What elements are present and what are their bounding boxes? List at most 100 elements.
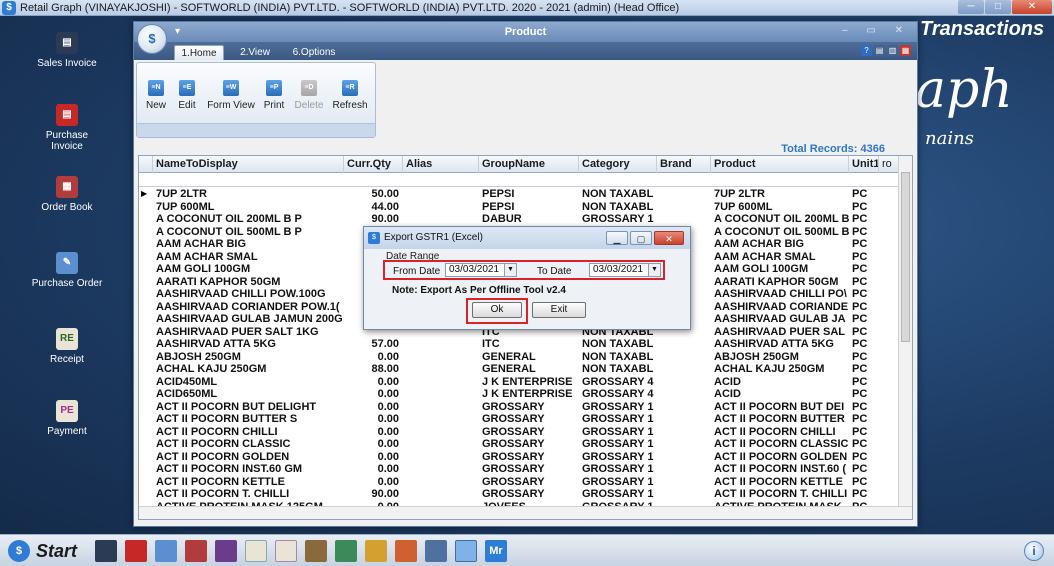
cell-unit1[interactable]: PC [849,313,879,326]
cell-product[interactable]: AAM GOLI 100GM [711,263,849,276]
col-header-product[interactable]: Product [711,156,849,173]
from-date-picker[interactable]: 03/03/2021 ▼ [445,263,517,277]
cell-alias[interactable] [403,213,479,226]
cell-name[interactable]: AAM ACHAR BIG [153,238,344,251]
tab-options[interactable]: 6.Options [286,45,342,60]
cell-group[interactable]: DABUR [479,213,579,226]
cell-name[interactable]: A COCONUT OIL 500ML B P [153,226,344,239]
cell-name[interactable]: ACT II POCORN CLASSIC [153,438,344,451]
taskbar-printer-icon[interactable] [425,540,447,562]
cell-product[interactable]: ACT II POCORN KETTLE [711,476,849,489]
cell-product[interactable]: A COCONUT OIL 500ML B [711,226,849,239]
cell-brand[interactable] [657,388,711,401]
cell-alias[interactable] [403,388,479,401]
cell-name[interactable]: ACT II POCORN BUTTER S [153,413,344,426]
cell-qty[interactable]: 0.00 [344,376,403,389]
col-header-brand[interactable]: Brand [657,156,711,173]
cell-product[interactable]: AASHIRVAAD GULAB JA [711,313,849,326]
dialog-minimize-icon[interactable]: ▁ [606,231,628,245]
cell-brand[interactable] [657,426,711,439]
cell-product[interactable]: ACHAL KAJU 250GM [711,363,849,376]
cell-unit1[interactable]: PC [849,201,879,214]
cell-product[interactable]: ACT II POCORN BUT DEI [711,401,849,414]
cell-product[interactable]: ACT II POCORN BUTTER [711,413,849,426]
taskbar-sales-invoice-icon[interactable] [95,540,117,562]
desktop-icon-sales-invoice[interactable]: ▤ Sales Invoice [30,32,104,69]
taskbar-product-icon[interactable] [455,540,477,562]
cell-unit1[interactable]: PC [849,288,879,301]
cell-alias[interactable] [403,476,479,489]
cell-group[interactable]: GROSSARY [479,463,579,476]
cell-name[interactable]: ACT II POCORN BUT DELIGHT [153,401,344,414]
cell-product[interactable]: ACID [711,376,849,389]
cell-qty[interactable]: 0.00 [344,463,403,476]
application-orb-button[interactable]: $ [137,24,167,54]
cell-qty[interactable]: 90.00 [344,488,403,501]
delete-button[interactable]: ≡D Delete [293,80,325,111]
cell-unit1[interactable]: PC [849,238,879,251]
table-row[interactable]: ACT II POCORN INST.60 GM 0.00 GROSSARY GROS… [139,463,899,476]
close-icon[interactable]: ✕ [1012,0,1052,14]
minimize-icon[interactable]: ─ [958,0,984,14]
cell-qty[interactable]: 0.00 [344,413,403,426]
cell-group[interactable]: GROSSARY [479,426,579,439]
cell-unit1[interactable]: PC [849,326,879,339]
table-row[interactable]: ACID450ML 0.00 J K ENTERPRISE GROSSARY 4 ACI… [139,376,899,389]
cell-category[interactable]: GROSSARY 4 [579,388,657,401]
cell-category[interactable]: GROSSARY 4 [579,376,657,389]
ok-button[interactable]: Ok [472,302,522,318]
chevron-down-icon[interactable]: ▼ [648,264,660,276]
table-row[interactable]: A COCONUT OIL 200ML B P 90.00 DABUR GROSSAR… [139,213,899,226]
cell-brand[interactable] [657,413,711,426]
table-row[interactable]: ACT II POCORN T. CHILLI 90.00 GROSSARY GROS… [139,488,899,501]
cell-unit1[interactable]: PC [849,451,879,464]
col-header-unit1[interactable]: Unit1 [849,156,879,173]
cell-brand[interactable] [657,363,711,376]
cell-unit1[interactable]: PC [849,413,879,426]
cell-qty[interactable]: 0.00 [344,401,403,414]
cell-name[interactable]: AASHIRVAAD PUER SALT 1KG [153,326,344,339]
table-row[interactable]: ACT II POCORN BUT DELIGHT 0.00 GROSSARY GRO… [139,401,899,414]
help-icon[interactable]: ? [861,45,872,56]
desktop-icon-payment[interactable]: PE Payment [30,400,104,437]
layout-icon[interactable]: ▥ [887,45,898,56]
cell-product[interactable]: ACT II POCORN T. CHILLI [711,488,849,501]
cell-group[interactable]: GENERAL [479,363,579,376]
desktop-icon-purchase-invoice[interactable]: ▤ Purchase Invoice [30,104,104,152]
cell-name[interactable]: A COCONUT OIL 200ML B P [153,213,344,226]
cell-name[interactable]: ACT II POCORN T. CHILLI [153,488,344,501]
cell-unit1[interactable]: PC [849,251,879,264]
cell-name[interactable]: 7UP 600ML [153,201,344,214]
edit-button[interactable]: ≡E Edit [175,80,199,111]
cell-qty[interactable]: 0.00 [344,388,403,401]
cell-unit1[interactable]: PC [849,401,879,414]
print-button[interactable]: ≡P Print [261,80,287,111]
cell-category[interactable]: GROSSARY 1 [579,213,657,226]
info-icon[interactable]: i [1024,541,1044,561]
table-row[interactable]: ACT II POCORN BUTTER S 0.00 GROSSARY GROSSA… [139,413,899,426]
cell-unit1[interactable]: PC [849,438,879,451]
cell-alias[interactable] [403,188,479,201]
taskbar-order-book-icon[interactable] [185,540,207,562]
table-row[interactable]: ABJOSH 250GM 0.00 GENERAL NON TAXABL ABJOSH … [139,351,899,364]
table-row[interactable]: 7UP 600ML 44.00 PEPSI NON TAXABL 7UP 600ML PC [139,201,899,214]
cell-product[interactable]: A COCONUT OIL 200ML B [711,213,849,226]
cell-alias[interactable] [403,401,479,414]
cell-alias[interactable] [403,426,479,439]
cell-unit1[interactable]: PC [849,376,879,389]
dialog-close-icon[interactable]: ✕ [654,231,684,245]
dialog-maximize-icon[interactable]: ▢ [630,231,652,245]
table-row[interactable]: ACID650ML 0.00 J K ENTERPRISE GROSSARY 4 ACI… [139,388,899,401]
taskbar-stock-icon[interactable] [335,540,357,562]
taskbar-purchase-order-icon[interactable] [155,540,177,562]
product-window-controls[interactable]: – ▭ ✕ [842,25,911,36]
taskbar-shapes-icon[interactable] [395,540,417,562]
cell-name[interactable]: ACHAL KAJU 250GM [153,363,344,376]
cell-qty[interactable]: 0.00 [344,451,403,464]
cell-brand[interactable] [657,338,711,351]
scroll-thumb[interactable] [901,172,910,342]
cell-product[interactable]: AASHIRVAD ATTA 5KG [711,338,849,351]
cell-alias[interactable] [403,338,479,351]
cell-product[interactable]: ACT II POCORN CLASSIC [711,438,849,451]
desktop-icon-receipt[interactable]: RE Receipt [30,328,104,365]
